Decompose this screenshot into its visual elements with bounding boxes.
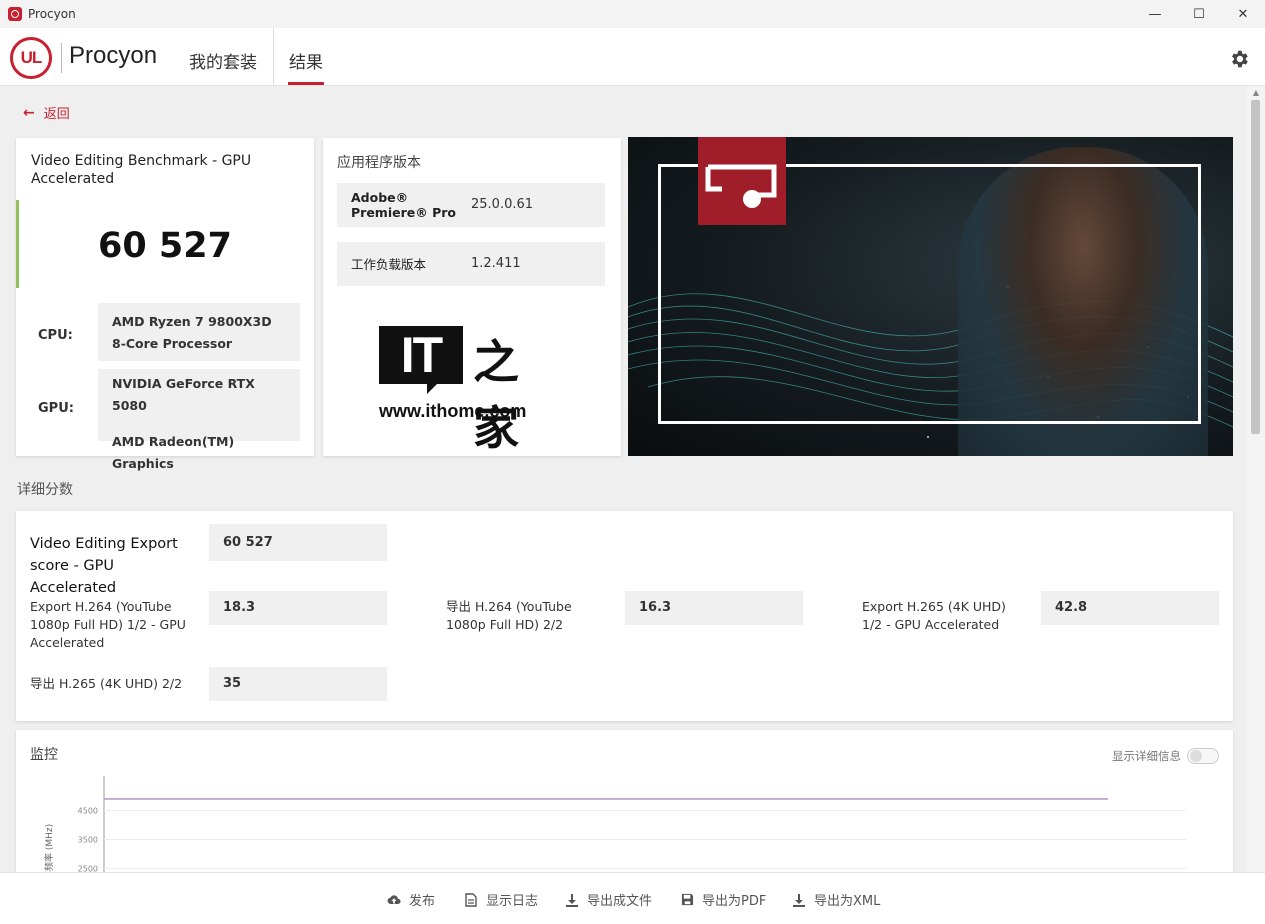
watermark-cn: 之家 bbox=[473, 335, 519, 455]
gear-icon[interactable] bbox=[1228, 48, 1250, 70]
version-value: 1.2.411 bbox=[471, 256, 521, 271]
show-details-toggle[interactable] bbox=[1187, 748, 1219, 764]
window-controls: — ☐ ✕ bbox=[1133, 0, 1265, 28]
show-details-label: 显示详细信息 bbox=[1112, 749, 1181, 763]
subscore-label: 导出 H.264 (YouTube 1080p Full HD) 2/2 bbox=[446, 599, 572, 632]
export-file-button[interactable]: 导出成文件 bbox=[565, 890, 652, 909]
version-row-workload: 工作负载版本 1.2.411 bbox=[337, 242, 605, 286]
publish-button[interactable]: 发布 bbox=[387, 890, 435, 909]
subscore-value: 42.8 bbox=[1041, 591, 1219, 625]
publish-label: 发布 bbox=[409, 894, 436, 909]
show-log-label: 显示日志 bbox=[486, 894, 539, 909]
gpu-value-2: AMD Radeon(TM) Graphics bbox=[112, 434, 235, 471]
back-link[interactable]: ← 返回 bbox=[23, 103, 70, 123]
gpu-value-1: NVIDIA GeForce RTX 5080 bbox=[112, 376, 255, 413]
ul-logo: UL bbox=[10, 37, 52, 79]
cloud-upload-icon bbox=[387, 893, 401, 907]
export-pdf-label: 导出为PDF bbox=[702, 894, 767, 909]
tab-my-suites[interactable]: 我的套装 bbox=[189, 48, 257, 73]
active-tab-indicator bbox=[288, 82, 324, 85]
download-icon bbox=[792, 893, 806, 907]
export-xml-label: 导出为XML bbox=[814, 894, 881, 909]
watermark-url: www.ithome.com bbox=[379, 401, 527, 421]
detail-scores-card: Video Editing Export score - GPU Acceler… bbox=[16, 511, 1233, 721]
arrow-left-icon: ← bbox=[23, 104, 35, 121]
brand-name: Procyon bbox=[69, 42, 158, 69]
presentation-icon bbox=[705, 164, 777, 208]
version-name: 工作负载版本 bbox=[351, 257, 427, 272]
minimize-button[interactable]: — bbox=[1133, 0, 1177, 28]
watermark-it: IT bbox=[379, 326, 463, 384]
subscore-label: 导出 H.265 (4K UHD) 2/2 bbox=[30, 676, 183, 691]
title-bar: Procyon — ☐ ✕ bbox=[0, 0, 1265, 28]
subscore-label: Export H.264 (YouTube 1080p Full HD) 1/2… bbox=[30, 599, 186, 650]
benchmark-title: Video Editing Benchmark - GPU Accelerate… bbox=[31, 153, 252, 187]
video-editing-badge bbox=[698, 137, 786, 225]
export-score-value: 60 527 bbox=[209, 524, 387, 561]
monitoring-title: 监控 bbox=[30, 747, 58, 763]
gpu-values: NVIDIA GeForce RTX 5080 AMD Radeon(TM) G… bbox=[98, 369, 300, 471]
app-header: UL Procyon 我的套装 结果 bbox=[0, 28, 1265, 86]
close-button[interactable]: ✕ bbox=[1221, 0, 1265, 28]
nav-divider bbox=[273, 28, 274, 85]
gpu-label: GPU: bbox=[38, 401, 74, 416]
document-icon bbox=[464, 892, 478, 907]
subscore-value: 35 bbox=[209, 667, 387, 701]
version-name-line2: Premiere® Pro bbox=[351, 205, 456, 220]
version-name: Adobe® Premiere® Pro bbox=[351, 190, 456, 220]
subscore-value: 18.3 bbox=[209, 591, 387, 625]
show-log-button[interactable]: 显示日志 bbox=[464, 890, 538, 909]
watermark-tail bbox=[427, 382, 439, 394]
cpu-value: AMD Ryzen 7 9800X3D 8-Core Processor bbox=[98, 303, 300, 361]
export-score-label: Video Editing Export score - GPU Acceler… bbox=[30, 536, 178, 596]
download-icon bbox=[565, 893, 579, 907]
version-value: 25.0.0.61 bbox=[471, 197, 534, 212]
cpu-label: CPU: bbox=[38, 328, 73, 343]
vertical-scrollbar[interactable]: ▲ bbox=[1247, 86, 1265, 872]
app-version-card: 应用程序版本 Adobe® Premiere® Pro 25.0.0.61 工作… bbox=[323, 138, 621, 456]
app-icon bbox=[8, 7, 22, 21]
subscore-value: 16.3 bbox=[625, 591, 803, 625]
export-xml-button[interactable]: 导出为XML bbox=[792, 890, 880, 909]
window-title: Procyon bbox=[28, 7, 76, 21]
scroll-thumb[interactable] bbox=[1251, 100, 1260, 434]
y-tick-label: 3500 bbox=[78, 836, 98, 845]
maximize-button[interactable]: ☐ bbox=[1177, 0, 1221, 28]
save-icon bbox=[680, 893, 694, 907]
y-tick-label: 4500 bbox=[78, 807, 98, 816]
tab-results[interactable]: 结果 bbox=[289, 48, 323, 73]
version-name-line1: Adobe® bbox=[351, 190, 409, 205]
bottom-action-bar: 发布 显示日志 导出成文件 导出为PDF 导出为XML bbox=[0, 872, 1265, 924]
logo-divider bbox=[61, 43, 62, 73]
benchmark-score-card: Video Editing Benchmark - GPU Accelerate… bbox=[16, 138, 314, 471]
export-pdf-button[interactable]: 导出为PDF bbox=[680, 890, 766, 909]
version-row-premiere: Adobe® Premiere® Pro 25.0.0.61 bbox=[337, 183, 605, 227]
subscore-label: Export H.265 (4K UHD) 1/2 - GPU Accelera… bbox=[862, 599, 1006, 632]
version-section-title: 应用程序版本 bbox=[337, 155, 421, 171]
hero-image bbox=[628, 137, 1233, 456]
scroll-up-icon[interactable]: ▲ bbox=[1247, 88, 1265, 100]
detail-scores-heading: 详细分数 bbox=[17, 482, 73, 498]
benchmark-score: 60 527 bbox=[98, 226, 232, 266]
export-file-label: 导出成文件 bbox=[587, 894, 653, 909]
back-label: 返回 bbox=[43, 107, 70, 122]
